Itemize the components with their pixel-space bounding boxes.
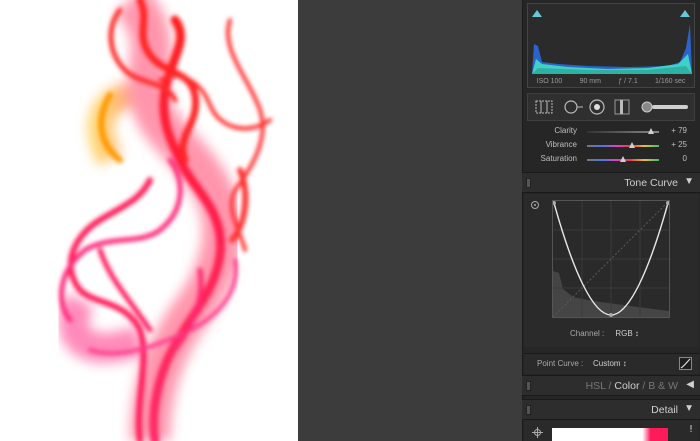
point-curve-label: Point Curve : — [537, 359, 584, 368]
detail-warning-icon[interactable]: ! — [689, 424, 693, 435]
tone-curve-title: Tone Curve — [624, 177, 678, 189]
saturation-label: Saturation — [540, 154, 577, 163]
tab-bw[interactable]: B & W — [648, 380, 678, 392]
shutter-value: 1/160 sec — [654, 78, 686, 85]
detail-title: Detail — [651, 404, 678, 416]
separator: / — [642, 380, 646, 392]
smoke-image — [58, 0, 272, 441]
camera-info: ISO 100 90 mm ƒ / 7.1 1/160 sec — [528, 78, 694, 85]
tab-color[interactable]: Color — [614, 380, 639, 392]
aperture-value: ƒ / 7.1 — [618, 78, 638, 85]
vibrance-value[interactable]: + 25 — [671, 140, 687, 149]
histogram[interactable]: ISO 100 90 mm ƒ / 7.1 1/160 sec — [527, 3, 695, 88]
tab-hsl[interactable]: HSL — [586, 380, 606, 392]
iso-value: ISO 100 — [536, 78, 563, 85]
tone-curve-graph[interactable] — [552, 200, 670, 318]
clarity-label: Clarity — [554, 126, 577, 135]
vibrance-label: Vibrance — [545, 140, 577, 149]
point-curve-value[interactable]: Custom ↕ — [593, 359, 627, 368]
red-eye-icon[interactable] — [588, 99, 606, 115]
tone-curve-header[interactable]: Tone Curve ▼ — [522, 172, 700, 193]
presence-section: Clarity + 79 Vibrance + 25 Saturation 0 — [527, 124, 695, 168]
targeted-adjustment-icon[interactable] — [530, 200, 540, 210]
vibrance-track[interactable] — [587, 145, 659, 147]
crop-overlay-icon[interactable] — [534, 99, 554, 115]
detail-body: ! — [524, 420, 699, 441]
panel-toggle-icon[interactable] — [526, 178, 531, 188]
crosshair-icon[interactable] — [532, 427, 543, 438]
photo-preview — [0, 0, 298, 441]
hsl-header[interactable]: HSL / Color / B & W ◀ — [522, 375, 700, 396]
channel-label: Channel : — [570, 329, 605, 338]
panel-toggle-icon[interactable] — [526, 405, 531, 415]
filmstrip-gap — [298, 0, 522, 441]
collapse-arrow-icon[interactable]: ▼ — [684, 176, 694, 187]
saturation-knob[interactable] — [620, 156, 626, 162]
panel-toggle-icon[interactable] — [526, 381, 531, 391]
expand-arrow-icon[interactable]: ◀ — [686, 379, 694, 390]
vibrance-knob[interactable] — [629, 142, 635, 148]
clarity-knob[interactable] — [648, 128, 655, 134]
vibrance-slider[interactable]: Vibrance + 25 — [527, 140, 695, 152]
graduated-filter-icon[interactable] — [612, 99, 632, 115]
saturation-slider[interactable]: Saturation 0 — [527, 154, 695, 166]
tool-strip — [527, 93, 695, 121]
separator: / — [608, 380, 612, 392]
spot-removal-icon[interactable] — [562, 99, 584, 115]
channel-value[interactable]: RGB ↕ — [615, 329, 639, 338]
channel-selector[interactable]: Channel : RGB ↕ — [570, 329, 639, 338]
collapse-arrow-icon[interactable]: ▼ — [684, 403, 694, 414]
tone-curve-canvas[interactable] — [553, 201, 669, 317]
edit-point-curve-icon[interactable] — [679, 357, 692, 370]
saturation-value[interactable]: 0 — [683, 154, 687, 163]
point-curve-row: Point Curve : Custom ↕ — [524, 353, 699, 374]
adjustment-brush-icon[interactable] — [640, 99, 690, 115]
histogram-graph — [532, 24, 692, 74]
hsl-tabs: HSL / Color / B & W — [586, 380, 678, 392]
clarity-value[interactable]: + 79 — [671, 126, 687, 135]
focal-length-value: 90 mm — [579, 78, 601, 85]
detail-preview[interactable] — [552, 428, 668, 441]
clarity-slider[interactable]: Clarity + 79 — [527, 126, 695, 138]
detail-header[interactable]: Detail ▼ — [522, 399, 700, 420]
